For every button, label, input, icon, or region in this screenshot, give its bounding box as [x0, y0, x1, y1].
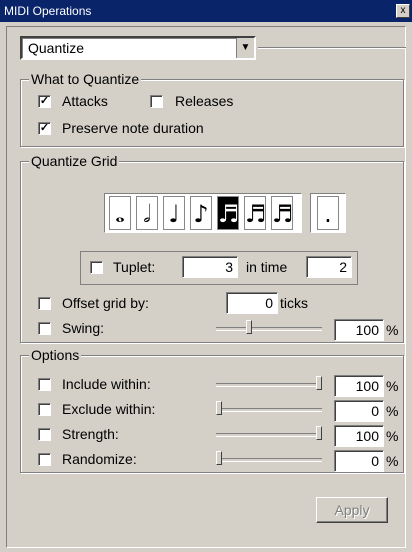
exclude-within-slider[interactable] [216, 408, 322, 412]
operation-select-value: Quantize [28, 40, 85, 56]
exclude-within-checkbox[interactable] [38, 403, 51, 416]
swing-input[interactable]: 100 [334, 319, 384, 341]
include-within-slider-thumb[interactable] [316, 376, 322, 390]
include-within-unit: % [386, 378, 399, 394]
dot-button[interactable]: . [317, 196, 339, 230]
attacks-label: Attacks [62, 93, 108, 109]
group-title: What to Quantize [29, 71, 142, 87]
window-title: MIDI Operations [4, 4, 92, 18]
include-within-label: Include within: [62, 376, 151, 392]
tuplet-checkbox[interactable] [90, 261, 103, 274]
exclude-within-input[interactable]: 0 [334, 400, 384, 422]
preserve-duration-label: Preserve note duration [62, 120, 204, 136]
offset-label: Offset grid by: [62, 295, 149, 311]
offset-input[interactable]: 0 [226, 292, 278, 314]
randomize-input[interactable]: 0 [334, 450, 384, 472]
strength-slider-thumb[interactable] [316, 426, 322, 440]
offset-checkbox[interactable] [38, 297, 51, 310]
strength-checkbox[interactable] [38, 428, 51, 441]
tuplet-label: Tuplet: [113, 259, 156, 275]
close-icon[interactable]: x [396, 4, 410, 18]
swing-slider[interactable] [216, 327, 322, 331]
releases-checkbox[interactable] [150, 95, 163, 108]
strength-slider[interactable] [216, 433, 322, 437]
swing-checkbox[interactable] [38, 322, 51, 335]
include-within-input[interactable]: 100 [334, 375, 384, 397]
swing-label: Swing: [62, 320, 105, 336]
group-title: Options [29, 347, 82, 363]
randomize-checkbox[interactable] [38, 453, 51, 466]
apply-button[interactable]: Apply [316, 497, 388, 523]
ticks-label: ticks [280, 295, 308, 311]
include-within-checkbox[interactable] [38, 378, 51, 391]
divider [258, 47, 406, 49]
releases-label: Releases [175, 93, 234, 109]
include-within-slider[interactable] [216, 383, 322, 387]
randomize-slider[interactable] [216, 458, 322, 462]
randomize-unit: % [386, 453, 399, 469]
operation-select[interactable]: Quantize ▼ [20, 36, 256, 60]
chevron-down-icon[interactable]: ▼ [236, 38, 254, 58]
group-title: Quantize Grid [29, 153, 120, 169]
quarter-note-icon[interactable]: ♩ [163, 196, 185, 230]
note-value-selector: 𝅝 𝅗𝅥 ♩ ♪ ♬ ♬ ♬ [104, 193, 302, 233]
preserve-duration-checkbox[interactable]: ✓ [38, 122, 51, 135]
randomize-label: Randomize: [62, 451, 137, 467]
attacks-checkbox[interactable]: ✓ [38, 95, 51, 108]
what-to-quantize-group: What to Quantize [20, 71, 404, 147]
exclude-within-label: Exclude within: [62, 401, 156, 417]
swing-slider-thumb[interactable] [246, 320, 252, 334]
tuplet-count-input[interactable]: 3 [182, 256, 238, 278]
strength-input[interactable]: 100 [334, 425, 384, 447]
strength-label: Strength: [62, 426, 119, 442]
exclude-within-slider-thumb[interactable] [216, 401, 222, 415]
whole-note-icon[interactable]: 𝅝 [109, 196, 131, 230]
in-time-input[interactable]: 2 [306, 256, 352, 278]
in-time-label: in time [246, 259, 288, 275]
swing-unit: % [386, 322, 399, 338]
sixteenth-note-icon[interactable]: ♬ [217, 196, 240, 230]
thirty-second-note-icon[interactable]: ♬ [244, 196, 267, 230]
window-titlebar: MIDI Operations x [0, 0, 412, 22]
dotted-note-box: . [310, 193, 346, 233]
half-note-icon[interactable]: 𝅗𝅥 [136, 196, 158, 230]
sixty-fourth-note-icon[interactable]: ♬ [271, 196, 294, 230]
strength-unit: % [386, 428, 399, 444]
randomize-slider-thumb[interactable] [216, 451, 222, 465]
exclude-within-unit: % [386, 403, 399, 419]
eighth-note-icon[interactable]: ♪ [190, 196, 212, 230]
